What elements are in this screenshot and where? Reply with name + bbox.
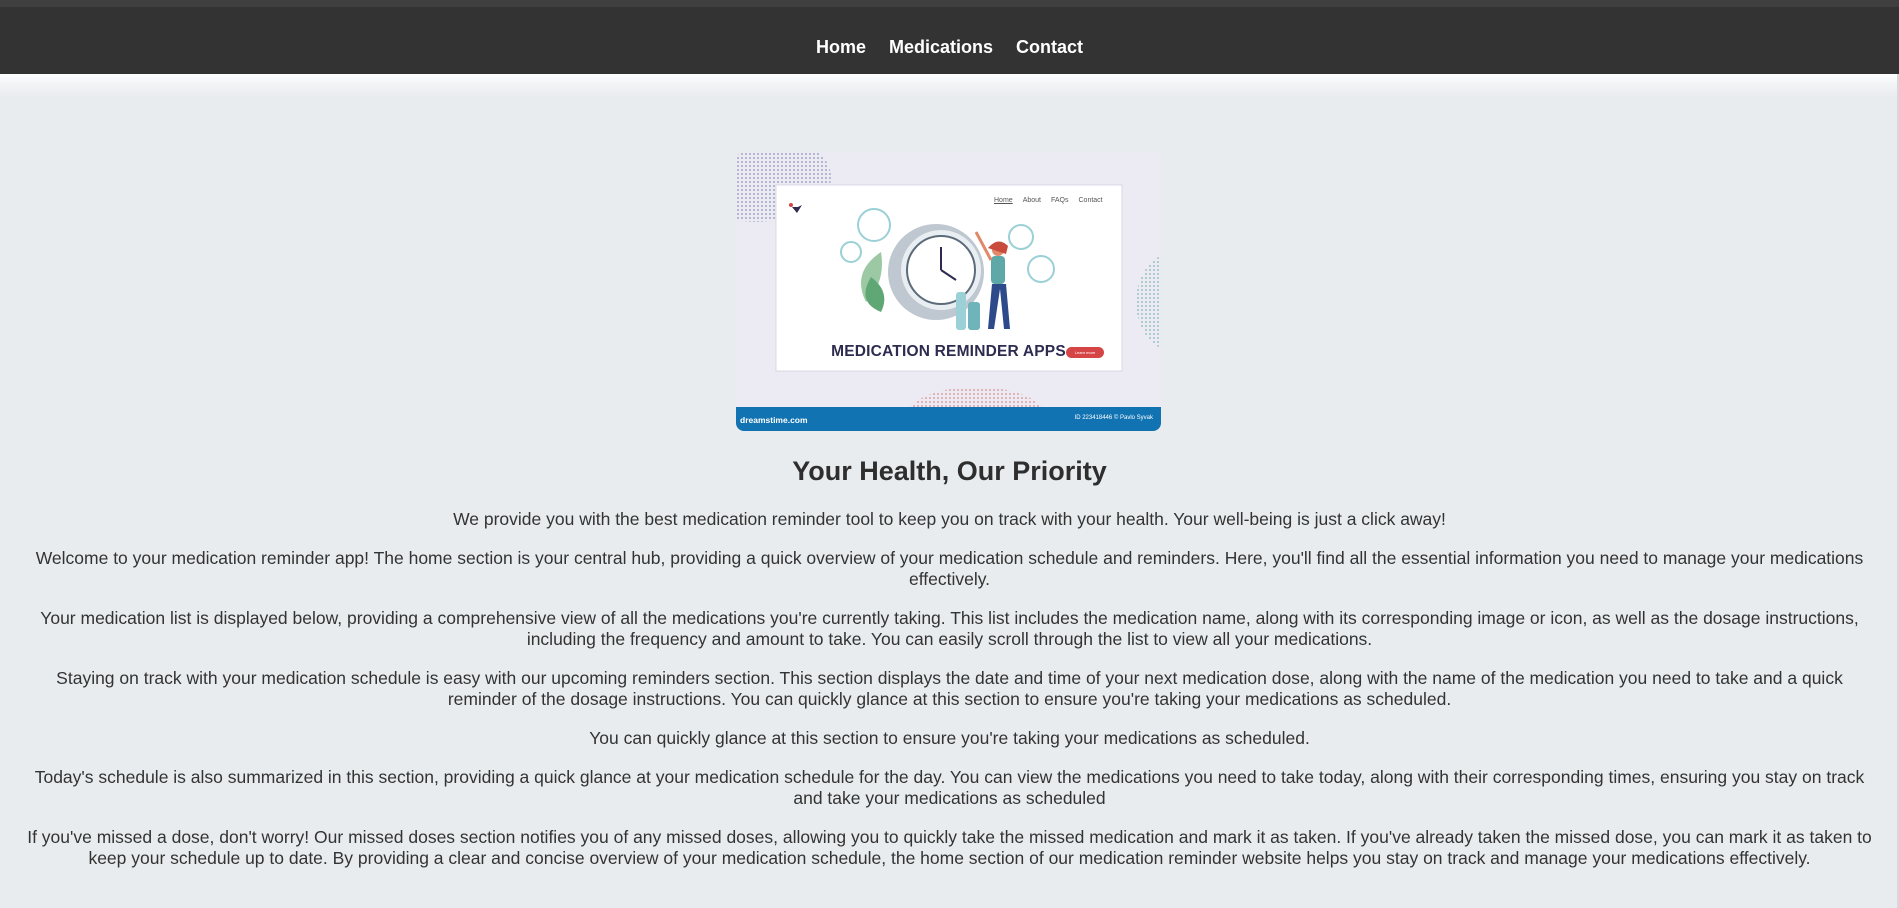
hero-mini-nav: Home About FAQs Contact [994, 197, 1113, 204]
main-content: We provide you with the best medication … [20, 509, 1879, 887]
hero-mini-nav-home: Home [994, 197, 1013, 204]
intro-paragraph: We provide you with the best medication … [453, 509, 1446, 529]
hero-learn-button: Learn more [1066, 347, 1104, 358]
glance-paragraph: You can quickly glance at this section t… [589, 728, 1310, 748]
hero-watermark-bar: dreamstime.com ID 223418446 © Pavlo Syva… [736, 407, 1161, 431]
header-shadow [0, 74, 1899, 98]
nav-medications-link[interactable]: Medications [889, 37, 993, 57]
welcome-paragraph: Welcome to your medication reminder app!… [35, 548, 1864, 589]
schedule-paragraph: Today's schedule is also summarized in t… [34, 767, 1865, 808]
hero-watermark-left: dreamstime.com [740, 415, 808, 425]
reminders-paragraph: Staying on track with your medication sc… [56, 668, 1843, 709]
hero-mini-nav-about: About [1022, 197, 1041, 204]
medication-list-paragraph: Your medication list is displayed below,… [40, 608, 1859, 649]
missed-doses-paragraph: If you've missed a dose, don't worry! Ou… [27, 827, 1872, 868]
hero-illustration [736, 152, 1161, 431]
hero-watermark-right: ID 223418446 © Pavlo Syvak [1074, 415, 1153, 421]
hero-mini-nav-faqs: FAQs [1050, 197, 1069, 204]
main-nav: Home Medications Contact [0, 37, 1899, 58]
hero-image: Home About FAQs Contact MEDICATION REMINDER… [736, 152, 1161, 431]
page-heading: Your Health, Our Priority [792, 456, 1107, 486]
hero-mini-nav-contact: Contact [1078, 197, 1103, 204]
top-navbar: Home Medications Contact [0, 0, 1899, 74]
nav-contact-link[interactable]: Contact [1016, 37, 1083, 57]
nav-home-link[interactable]: Home [816, 37, 866, 57]
